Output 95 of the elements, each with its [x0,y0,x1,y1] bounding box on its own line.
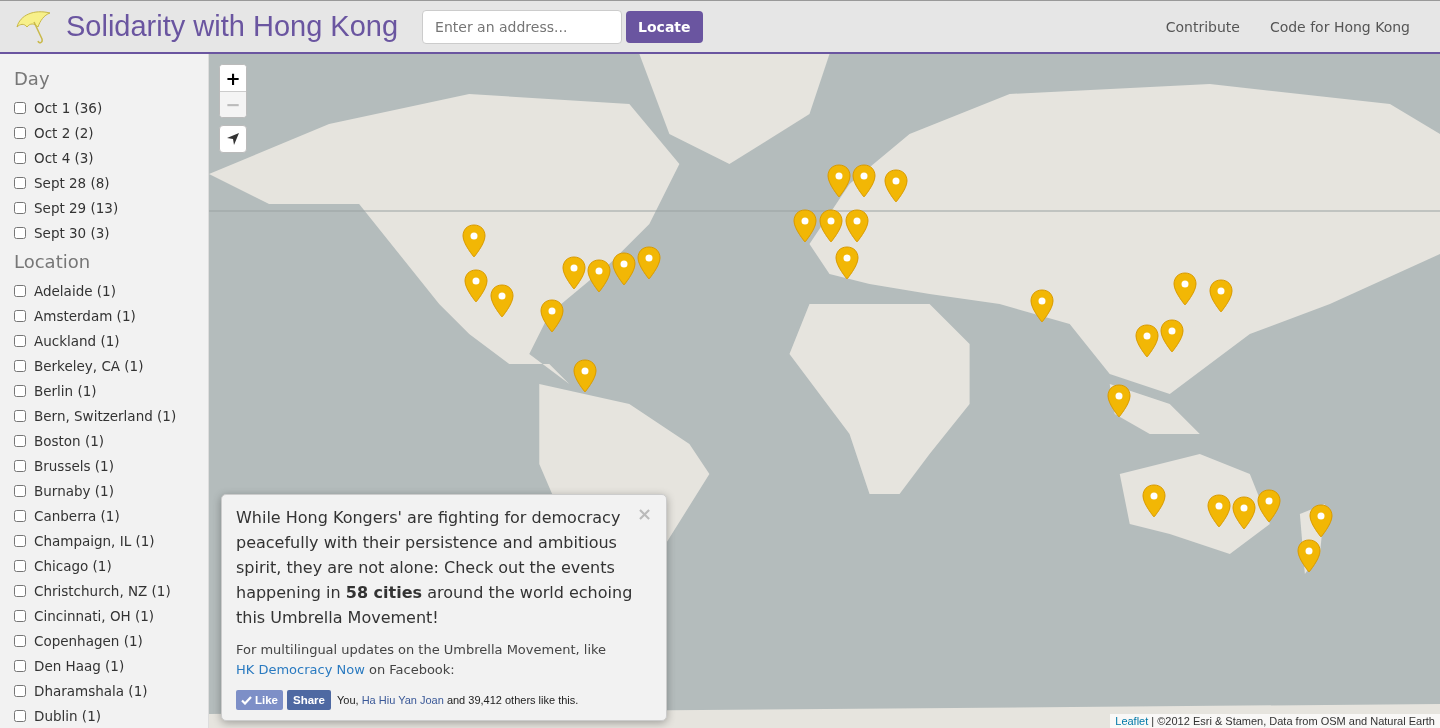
check-icon [241,695,252,705]
filter-heading: Day [14,68,51,89]
map-marker-icon[interactable] [562,256,586,290]
filter-checkbox[interactable] [14,684,26,697]
filter-label: Den Haag (1) [34,657,125,674]
filter-checkbox[interactable] [14,659,26,672]
filter-checkbox[interactable] [14,226,26,239]
filter-label: Dharamshala (1) [34,682,148,699]
filter-label: Berlin (1) [34,382,97,399]
filter-checkbox[interactable] [14,509,26,522]
map-marker-icon[interactable] [1107,384,1131,418]
map-marker-icon[interactable] [464,269,488,303]
locate-button[interactable]: Locate [626,10,703,43]
filter-checkbox[interactable] [14,284,26,297]
share-button[interactable]: Share [287,690,331,710]
filter-label: Sept 30 (3) [34,224,110,241]
filter-label: Amsterdam (1) [34,307,136,324]
filter-checkbox[interactable] [14,176,26,189]
map-marker-icon[interactable] [462,224,486,258]
map-marker-icon[interactable] [827,164,851,198]
filter-label: Christchurch, NZ (1) [34,582,171,599]
like-button[interactable]: Like [236,690,283,710]
map-marker-icon[interactable] [1257,489,1281,523]
map-marker-icon[interactable] [573,359,597,393]
map-marker-icon[interactable] [845,209,869,243]
filter-label: Burnaby (1) [34,482,114,499]
filter-checkbox[interactable] [14,384,26,397]
profile-link[interactable]: Ha Hiu Yan Joan [361,694,444,706]
filter-label: Auckland (1) [34,332,120,349]
map-marker-icon[interactable] [587,259,611,293]
map-marker-icon[interactable] [612,252,636,286]
map-marker-icon[interactable] [835,246,859,280]
filter-label: Dublin (1) [34,707,101,724]
filter-label: Oct 2 (2) [34,124,94,141]
follow-text: For multilingual updates on the Umbrella Movement, like HK Democracy Now on Facebook: [236,641,608,679]
map-marker-icon[interactable] [1142,484,1166,518]
map-marker-icon[interactable] [819,209,843,243]
map-marker-icon[interactable] [884,169,908,203]
filter-checkbox[interactable] [14,584,26,597]
map-marker-icon[interactable] [1297,539,1321,573]
filter-label: Brussels (1) [34,457,114,474]
map-marker-icon[interactable] [1135,324,1159,358]
filter-checkbox[interactable] [14,201,26,214]
leaflet-link[interactable]: Leaflet [1115,715,1149,727]
filter-checkbox[interactable] [14,559,26,572]
map-marker-icon[interactable] [1030,289,1054,323]
filter-checkbox[interactable] [14,409,26,422]
filter-label: Oct 1 (36) [34,99,103,116]
filter-checkbox[interactable] [14,151,26,164]
filter-label: Chicago (1) [34,557,112,574]
locate-me-button[interactable] [219,125,247,153]
filter-checkbox[interactable] [14,634,26,647]
filter-label: Sept 29 (13) [34,199,119,216]
map-marker-icon[interactable] [1207,494,1231,528]
site-title: Solidarity with Hong Kong [66,10,399,43]
filter-checkbox[interactable] [14,334,26,347]
filter-checkbox[interactable] [14,459,26,472]
nav-link[interactable]: Code for Hong Kong [1269,18,1410,35]
filter-label: Berkeley, CA (1) [34,357,144,374]
filter-checkbox[interactable] [14,126,26,139]
filter-label: Bern, Switzerland (1) [34,407,177,424]
filter-checkbox[interactable] [14,534,26,547]
filter-label: Oct 4 (3) [34,149,94,166]
filter-label: Champaign, IL (1) [34,532,155,549]
filter-checkbox[interactable] [14,359,26,372]
like-count-text: You, Ha Hiu Yan Joan and 39,412 others like this. [337,694,579,706]
filter-label: Sept 28 (8) [34,174,110,191]
filter-checkbox[interactable] [14,709,26,722]
filter-label: Canberra (1) [34,507,120,524]
filter-heading: Location [14,251,92,272]
map-marker-icon[interactable] [490,284,514,318]
filter-checkbox[interactable] [14,434,26,447]
map-marker-icon[interactable] [852,164,876,198]
filter-checkbox[interactable] [14,484,26,497]
intro-message: While Hong Kongers' are fighting for democracy peacefully with their persistence and ambitious spirit, they are not alone: Check out the events happening in 58 cities around the world echoing this Umbrella Movement! [236,507,634,629]
map-marker-icon[interactable] [1309,504,1333,538]
filter-label: Boston (1) [34,432,105,449]
page-link[interactable]: HK Democracy Now [236,662,365,677]
filter-label: Cincinnati, OH (1) [34,607,155,624]
filter-checkbox[interactable] [14,309,26,322]
map-attribution: Leaflet | ©2012 Esri & Stamen, Data from OSM and Natural Earth [1110,714,1440,728]
address-field[interactable]: Enter an address... [422,9,623,44]
map-marker-icon[interactable] [540,299,564,333]
filter-label: Adelaide (1) [34,282,116,299]
map-marker-icon[interactable] [1232,496,1256,530]
filter-checkbox[interactable] [14,609,26,622]
map-marker-icon[interactable] [1160,319,1184,353]
map-marker-icon[interactable] [1173,272,1197,306]
filter-label: Copenhagen (1) [34,632,143,649]
navigation-arrow-icon [226,132,240,146]
map-marker-icon[interactable] [637,246,661,280]
map-marker-icon[interactable] [1209,279,1233,313]
nav-link[interactable]: Contribute [1165,18,1240,35]
filter-checkbox[interactable] [14,101,26,114]
map-marker-icon[interactable] [793,209,817,243]
